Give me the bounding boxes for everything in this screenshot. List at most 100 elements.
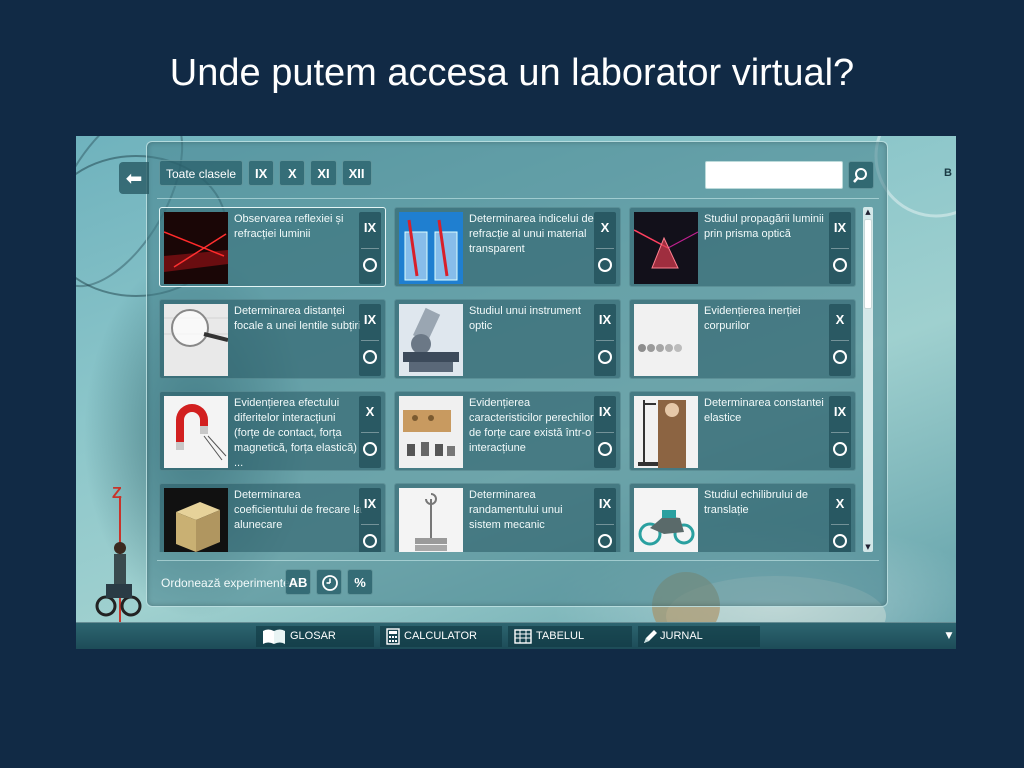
- grade-column: IX: [359, 304, 381, 376]
- search-icon: [853, 168, 867, 183]
- arrow-left-icon: ⬅: [125, 166, 143, 190]
- status-circle-icon[interactable]: [833, 442, 847, 456]
- grade-badge: X: [600, 220, 610, 235]
- scroll-thumb[interactable]: [864, 219, 872, 309]
- grade-badge: X: [365, 404, 375, 419]
- grade-divider: [596, 432, 614, 433]
- grade-column: IX: [829, 212, 851, 284]
- grade-divider: [831, 432, 849, 433]
- grade-divider: [361, 248, 379, 249]
- vertical-scrollbar[interactable]: ▲ ▼: [863, 207, 873, 552]
- status-circle-icon[interactable]: [598, 442, 612, 456]
- grade-divider: [831, 524, 849, 525]
- wooden-cube-image: [164, 488, 228, 552]
- chevron-down-icon[interactable]: ▼: [944, 631, 954, 641]
- experiment-card[interactable]: Determinarea constantei elastice IX: [629, 391, 856, 471]
- experiment-title: Determinarea distanței focale a unei len…: [234, 305, 361, 332]
- experiments-panel: ⬅ Toate clasele IX X XI XII Observarea r…: [119, 141, 888, 607]
- experiment-title: Studiul unui instrument optic: [469, 305, 581, 332]
- status-circle-icon[interactable]: [363, 258, 377, 272]
- scroll-down-icon[interactable]: ▼: [863, 542, 873, 552]
- status-circle-icon[interactable]: [363, 350, 377, 364]
- search-button[interactable]: [848, 161, 874, 189]
- virtual-lab-screenshot: Z B ⬅ Toate clasele IX X XI XII Observar…: [76, 136, 956, 649]
- experiment-grid: Observarea reflexiei și refracției lumin…: [159, 207, 859, 552]
- scroll-up-icon[interactable]: ▲: [863, 207, 873, 217]
- status-circle-icon[interactable]: [598, 258, 612, 272]
- experiment-title: Studiul echilibrului de translație: [704, 489, 808, 516]
- search-input[interactable]: [705, 161, 843, 189]
- glossary-label: GLOSAR: [290, 630, 336, 642]
- motorcyclist-figure: [95, 542, 142, 617]
- experiment-card[interactable]: Studiul echilibrului de translație X: [629, 483, 856, 552]
- microscope-image: [399, 304, 463, 376]
- status-circle-icon[interactable]: [363, 534, 377, 548]
- glossary-button[interactable]: GLOSAR: [256, 626, 374, 647]
- experiment-title: Evidențierea caracteristicilor perechilo…: [469, 397, 594, 454]
- experiment-title: Determinarea indicelui de refracție al u…: [469, 213, 594, 255]
- periodic-table-label: TABELUL PERIODIC: [536, 630, 584, 642]
- journal-button[interactable]: JURNAL: [638, 626, 760, 647]
- grade-column: IX: [829, 396, 851, 468]
- experiment-card[interactable]: Determinarea distanței focale a unei len…: [159, 299, 386, 379]
- grade-divider: [596, 248, 614, 249]
- grade-divider: [361, 340, 379, 341]
- experiment-card[interactable]: Evidențierea efectului diferitelor inter…: [159, 391, 386, 471]
- grade-badge: X: [835, 312, 845, 327]
- experiment-card[interactable]: Determinarea coeficientului de frecare l…: [159, 483, 386, 552]
- experiment-title: Observarea reflexiei și refracției lumin…: [234, 213, 344, 240]
- grade-filter-bar: Toate clasele IX X XI XII: [159, 160, 372, 186]
- prism-image: [634, 212, 698, 284]
- grade-column: IX: [359, 212, 381, 284]
- grade-divider: [361, 432, 379, 433]
- grade-divider: [361, 524, 379, 525]
- grade-badge: IX: [833, 220, 847, 235]
- spring-stand-image: [634, 396, 698, 468]
- experiment-title: Determinarea randamentului unui sistem m…: [469, 489, 563, 531]
- grade-badge: IX: [833, 404, 847, 419]
- calculator-label: CALCULATOR: [404, 630, 477, 642]
- grade-column: IX: [359, 488, 381, 552]
- sort-divider: [157, 560, 879, 561]
- axis-b-label: B: [944, 167, 952, 179]
- hook-weight-image: [399, 488, 463, 552]
- filter-xi-button[interactable]: XI: [310, 160, 337, 186]
- experiment-card[interactable]: Evidențierea inerției corpurilor X: [629, 299, 856, 379]
- experiment-card[interactable]: Studiul unui instrument optic IX: [394, 299, 621, 379]
- periodic-table-button[interactable]: TABELUL PERIODIC: [508, 626, 632, 647]
- filter-all-button[interactable]: Toate clasele: [159, 160, 244, 186]
- grade-column: IX: [594, 396, 616, 468]
- wooden-block-weights-image: [399, 396, 463, 468]
- calculator-button[interactable]: CALCULATOR: [380, 626, 502, 647]
- status-circle-icon[interactable]: [833, 258, 847, 272]
- bottom-toolbar: GLOSAR CALCULATOR TABELUL JURNAL ▼: [76, 622, 956, 649]
- filter-x-button[interactable]: X: [279, 160, 306, 186]
- sort-alphabetical-button[interactable]: AB: [285, 569, 311, 595]
- filter-xii-button[interactable]: XII: [341, 160, 372, 186]
- back-button[interactable]: ⬅: [119, 162, 149, 194]
- status-circle-icon[interactable]: [598, 350, 612, 364]
- status-circle-icon[interactable]: [833, 534, 847, 548]
- experiment-title: Determinarea constantei elastice: [704, 397, 824, 424]
- experiment-card[interactable]: Studiul propagării luminii prin prisma o…: [629, 207, 856, 287]
- filter-ix-button[interactable]: IX: [248, 160, 275, 186]
- experiment-card[interactable]: Observarea reflexiei și refracției lumin…: [159, 207, 386, 287]
- experiment-card[interactable]: Determinarea indicelui de refracție al u…: [394, 207, 621, 287]
- status-circle-icon[interactable]: [363, 442, 377, 456]
- experiment-title: Studiul propagării luminii prin prisma o…: [704, 213, 824, 240]
- grade-column: X: [594, 212, 616, 284]
- sort-progress-button[interactable]: %: [347, 569, 373, 595]
- grade-badge: IX: [363, 220, 377, 235]
- grade-divider: [831, 340, 849, 341]
- experiment-card[interactable]: Determinarea randamentului unui sistem m…: [394, 483, 621, 552]
- status-circle-icon[interactable]: [833, 350, 847, 364]
- status-circle-icon[interactable]: [598, 534, 612, 548]
- sort-time-button[interactable]: [316, 569, 342, 595]
- experiment-card[interactable]: Evidențierea caracteristicilor perechilo…: [394, 391, 621, 471]
- grade-badge: IX: [363, 312, 377, 327]
- grade-divider: [831, 248, 849, 249]
- periodic-table-icon: [514, 629, 532, 644]
- grade-column: X: [359, 396, 381, 468]
- grade-column: IX: [594, 304, 616, 376]
- grade-column: IX: [594, 488, 616, 552]
